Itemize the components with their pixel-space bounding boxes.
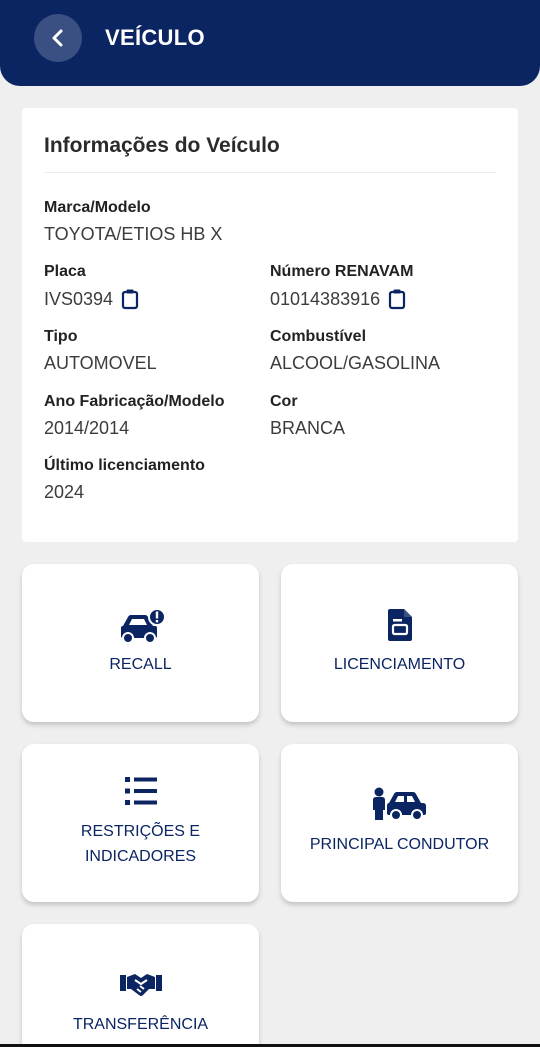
tipo-value: AUTOMOVEL <box>44 353 157 373</box>
clipboard-icon[interactable] <box>388 288 406 310</box>
field-value-row: TOYOTA/ETIOS HB X <box>44 224 222 245</box>
field-label: Placa <box>44 263 86 280</box>
clipboard-icon[interactable] <box>121 288 139 310</box>
vehicle-info-card: Informações do Veículo Marca/Modelo TOYO… <box>22 108 518 542</box>
field-ano: Ano Fabricação/Modelo 2014/2014 <box>44 393 224 439</box>
transferencia-tile[interactable]: TRANSFERÊNCIA <box>22 924 259 1047</box>
restricoes-tile[interactable]: RESTRIÇÕES E INDICADORES <box>22 744 259 902</box>
driver-car-icon <box>281 786 518 822</box>
chevron-left-icon <box>52 29 63 47</box>
list-icon <box>22 776 259 806</box>
document-icon <box>281 608 518 642</box>
field-value-row: AUTOMOVEL <box>44 353 157 374</box>
field-label: Combustível <box>270 328 367 345</box>
field-label: Marca/Modelo <box>44 199 151 216</box>
field-renavam: Número RENAVAM 01014383916 <box>270 263 413 310</box>
recall-tile[interactable]: RECALL <box>22 564 259 722</box>
principal-condutor-tile[interactable]: PRINCIPAL CONDUTOR <box>281 744 518 902</box>
field-tipo: Tipo AUTOMOVEL <box>44 328 157 374</box>
combustivel-value: ALCOOL/GASOLINA <box>270 353 441 373</box>
back-button[interactable] <box>34 14 82 62</box>
restricoes-label-line1: RESTRIÇÕES E <box>80 823 201 840</box>
field-value-row: 2014/2014 <box>44 418 224 439</box>
field-licenciamento: Último licenciamento 2024 <box>44 457 205 503</box>
field-combustivel: Combustível ALCOOL/GASOLINA <box>270 328 440 374</box>
transferencia-label: TRANSFERÊNCIA <box>72 1016 209 1033</box>
licenciamento-label: LICENCIAMENTO <box>333 656 466 673</box>
restricoes-label-line2: INDICADORES <box>84 848 197 865</box>
cor-value: BRANCA <box>270 418 346 438</box>
field-label: Número RENAVAM <box>270 263 414 280</box>
app-header: VEÍCULO <box>0 0 540 86</box>
marca-modelo-value: TOYOTA/ETIOS HB X <box>44 224 223 244</box>
field-cor: Cor BRANCA <box>270 393 345 439</box>
field-placa: Placa IVS0394 <box>44 263 139 310</box>
field-value-row: 01014383916 <box>270 288 413 310</box>
ano-value: 2014/2014 <box>44 418 130 438</box>
field-marca-modelo: Marca/Modelo TOYOTA/ETIOS HB X <box>44 199 222 245</box>
renavam-value: 01014383916 <box>270 288 381 309</box>
recall-label: RECALL <box>109 656 172 673</box>
field-label: Tipo <box>44 328 78 345</box>
licenciamento-tile[interactable]: LICENCIAMENTO <box>281 564 518 722</box>
principal-condutor-label: PRINCIPAL CONDUTOR <box>309 836 490 853</box>
car-alert-icon <box>22 608 259 644</box>
page-title: VEÍCULO <box>105 25 205 50</box>
handshake-icon <box>22 970 259 998</box>
field-label: Ano Fabricação/Modelo <box>44 393 225 410</box>
restricoes-label: RESTRIÇÕES E INDICADORES <box>32 819 249 869</box>
placa-value: IVS0394 <box>44 288 114 309</box>
field-label: Cor <box>270 393 298 410</box>
divider <box>44 172 496 173</box>
field-value-row: IVS0394 <box>44 288 139 310</box>
field-value-row: 2024 <box>44 482 205 503</box>
field-value-row: BRANCA <box>270 418 345 439</box>
licenciamento-value: 2024 <box>44 482 85 502</box>
field-value-row: ALCOOL/GASOLINA <box>270 353 440 374</box>
vehicle-info-title: Informações do Veículo <box>44 134 280 157</box>
field-label: Último licenciamento <box>44 457 205 474</box>
